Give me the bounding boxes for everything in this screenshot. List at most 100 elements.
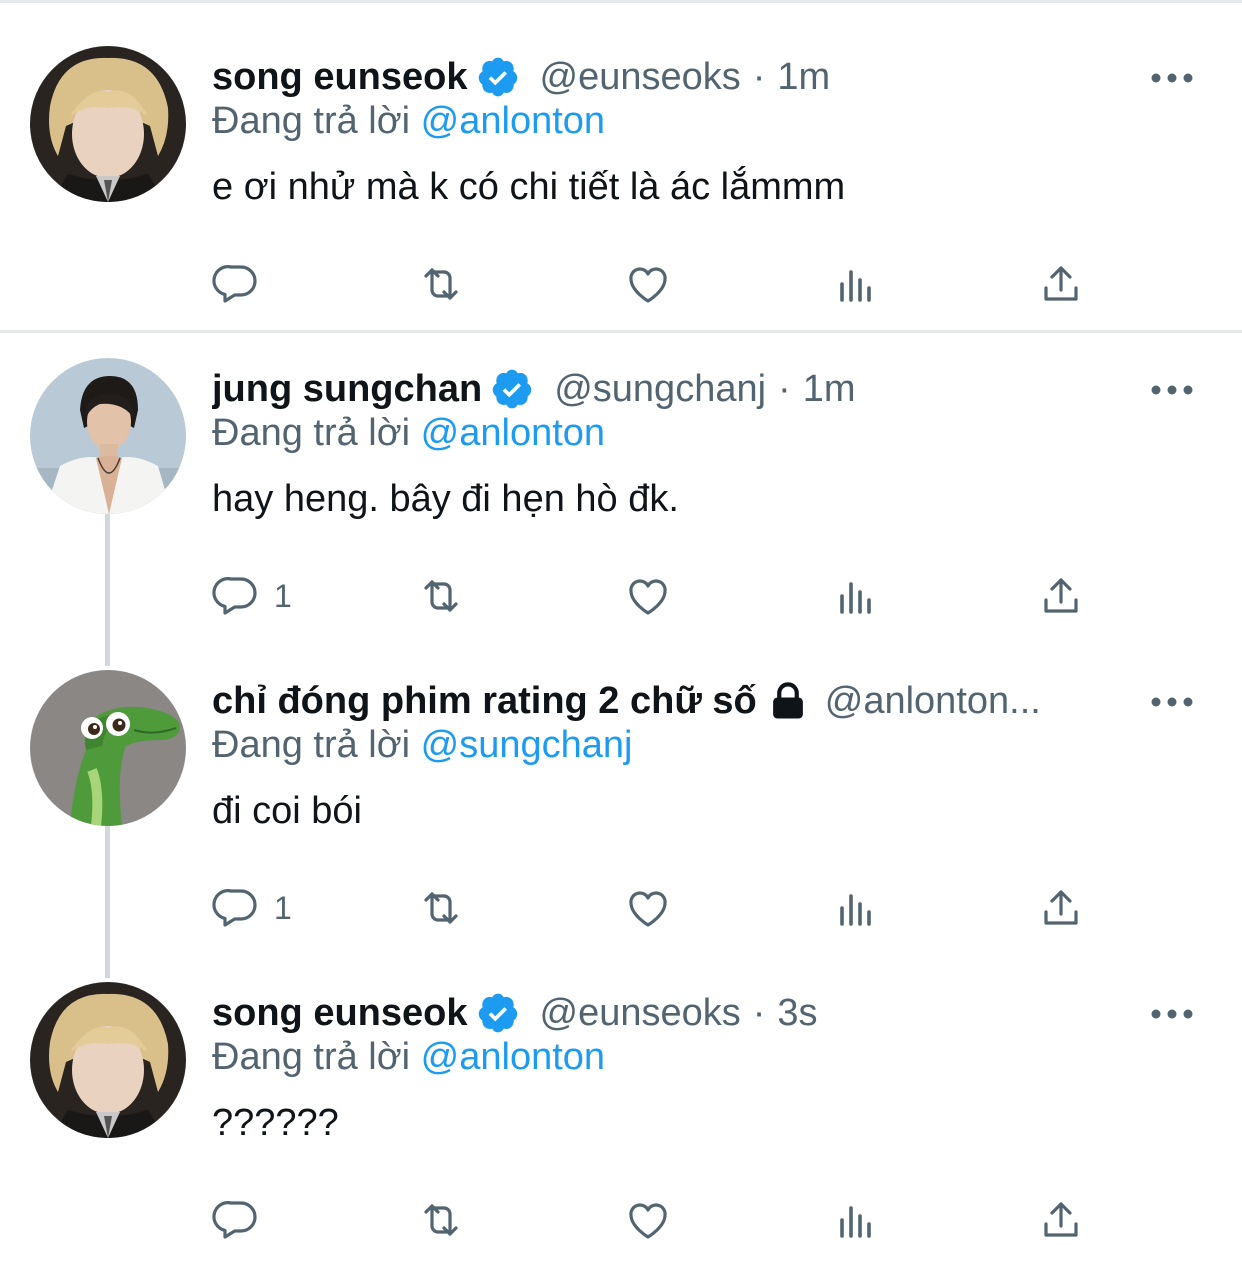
- handle[interactable]: @anlonton...: [825, 680, 1041, 723]
- replying-to: Đang trả lời @anlonton: [212, 412, 605, 455]
- more-icon[interactable]: [1142, 682, 1202, 722]
- like-icon: [629, 891, 667, 927]
- reply-button[interactable]: 1: [212, 568, 292, 624]
- tweet-content: song eunseok @eunseoks · 1m Đang trả lời…: [212, 46, 1202, 226]
- reply-count: 1: [274, 889, 292, 926]
- like-icon: [629, 267, 667, 303]
- avatar[interactable]: [30, 670, 186, 826]
- avatar[interactable]: [30, 358, 186, 514]
- retweet-icon: [424, 268, 458, 300]
- tweet-text: hay heng. bây đi hẹn hò đk.: [212, 478, 679, 520]
- tweet-header: jung sungchan @sungchanj · 1m: [212, 358, 1152, 420]
- tweet-header: chỉ đóng phim rating 2 chữ số @anlonton.…: [212, 670, 1152, 732]
- separator-dot: ·: [752, 55, 766, 98]
- share-icon: [1044, 266, 1078, 301]
- reply-icon: [212, 265, 257, 303]
- tweet-header: song eunseok @eunseoks · 3s: [212, 982, 1152, 1044]
- analytics-button[interactable]: [832, 568, 880, 624]
- like-button[interactable]: [624, 880, 672, 936]
- handle[interactable]: @eunseoks: [540, 992, 741, 1035]
- replying-to-label: Đang trả lời: [212, 100, 411, 142]
- timestamp[interactable]: 1m: [777, 56, 830, 99]
- timestamp[interactable]: 3s: [777, 992, 817, 1035]
- replying-to-mention[interactable]: @sungchanj: [421, 724, 633, 766]
- share-icon: [1044, 1202, 1078, 1237]
- replying-to: Đang trả lời @anlonton: [212, 100, 605, 143]
- tweet-content: chỉ đóng phim rating 2 chữ số @anlonton.…: [212, 670, 1202, 850]
- like-button[interactable]: [624, 256, 672, 312]
- analytics-button[interactable]: [832, 256, 880, 312]
- reply-count: 1: [274, 577, 292, 614]
- tweet-content: song eunseok @eunseoks · 3s Đang trả lời…: [212, 982, 1202, 1162]
- share-button[interactable]: [1037, 256, 1085, 312]
- share-button[interactable]: [1037, 880, 1085, 936]
- avatar[interactable]: [30, 46, 186, 202]
- reply-button[interactable]: [212, 1192, 274, 1248]
- tweet-actions: [212, 1192, 1112, 1252]
- avatar-image: [30, 982, 186, 1138]
- handle[interactable]: @sungchanj: [554, 368, 766, 411]
- retweet-icon: [424, 580, 458, 612]
- replying-to-label: Đang trả lời: [212, 724, 411, 766]
- tweet-actions: [212, 256, 1112, 316]
- more-icon[interactable]: [1142, 994, 1202, 1034]
- avatar-image: [30, 358, 186, 514]
- separator-dot: ·: [752, 991, 766, 1034]
- avatar-image: [30, 46, 186, 202]
- tweet[interactable]: song eunseok @eunseoks · 3s Đang trả lời…: [0, 936, 1242, 1264]
- display-name[interactable]: chỉ đóng phim rating 2 chữ số: [212, 680, 757, 723]
- reply-icon: [212, 577, 257, 615]
- tweet-content: jung sungchan @sungchanj · 1m Đang trả l…: [212, 358, 1202, 538]
- more-icon[interactable]: [1142, 58, 1202, 98]
- handle[interactable]: @eunseoks: [540, 56, 741, 99]
- retweet-button[interactable]: [417, 568, 465, 624]
- tweet[interactable]: song eunseok @eunseoks · 1m Đang trả lời…: [0, 0, 1242, 330]
- retweet-icon: [424, 892, 458, 924]
- share-button[interactable]: [1037, 1192, 1085, 1248]
- reply-button[interactable]: [212, 256, 274, 312]
- share-button[interactable]: [1037, 568, 1085, 624]
- replying-to-mention[interactable]: @anlonton: [421, 412, 605, 454]
- analytics-icon: [840, 582, 871, 614]
- tweet-text: e ơi nhử mà k có chi tiết là ác lắmmm: [212, 166, 846, 208]
- replying-to-label: Đang trả lời: [212, 412, 411, 454]
- like-button[interactable]: [624, 1192, 672, 1248]
- tweet[interactable]: chỉ đóng phim rating 2 chữ số @anlonton.…: [0, 624, 1242, 936]
- replying-to: Đang trả lời @sungchanj: [212, 724, 633, 767]
- tweet-actions: 1: [212, 880, 1112, 940]
- analytics-icon: [840, 270, 871, 302]
- more-icon[interactable]: [1142, 370, 1202, 410]
- replying-to-mention[interactable]: @anlonton: [421, 1036, 605, 1078]
- replying-to: Đang trả lời @anlonton: [212, 1036, 605, 1079]
- analytics-button[interactable]: [832, 1192, 880, 1248]
- tweet-text: ??????: [212, 1102, 339, 1144]
- display-name[interactable]: song eunseok: [212, 56, 468, 99]
- analytics-button[interactable]: [832, 880, 880, 936]
- like-icon: [629, 579, 667, 615]
- verified-badge-icon: [478, 57, 517, 97]
- tweet-actions: 1: [212, 568, 1112, 628]
- verified-badge-icon: [478, 993, 517, 1033]
- tweet-text: đi coi bói: [212, 790, 362, 832]
- retweet-button[interactable]: [417, 880, 465, 936]
- retweet-button[interactable]: [417, 256, 465, 312]
- display-name[interactable]: jung sungchan: [212, 368, 482, 411]
- like-button[interactable]: [624, 568, 672, 624]
- timestamp[interactable]: 1m: [803, 368, 856, 411]
- tweet[interactable]: jung sungchan @sungchanj · 1m Đang trả l…: [0, 312, 1242, 624]
- share-icon: [1044, 890, 1078, 925]
- replying-to-mention[interactable]: @anlonton: [421, 100, 605, 142]
- reply-button[interactable]: 1: [212, 880, 292, 936]
- avatar[interactable]: [30, 982, 186, 1138]
- verified-badge-icon: [492, 369, 532, 409]
- display-name[interactable]: song eunseok: [212, 992, 468, 1035]
- retweet-button[interactable]: [417, 1192, 465, 1248]
- share-icon: [1044, 578, 1078, 613]
- like-icon: [629, 1203, 667, 1239]
- replying-to-label: Đang trả lời: [212, 1036, 411, 1078]
- analytics-icon: [840, 894, 871, 926]
- avatar-image: [30, 670, 186, 826]
- analytics-icon: [840, 1206, 871, 1238]
- retweet-icon: [424, 1204, 458, 1236]
- lock-icon: [772, 682, 803, 719]
